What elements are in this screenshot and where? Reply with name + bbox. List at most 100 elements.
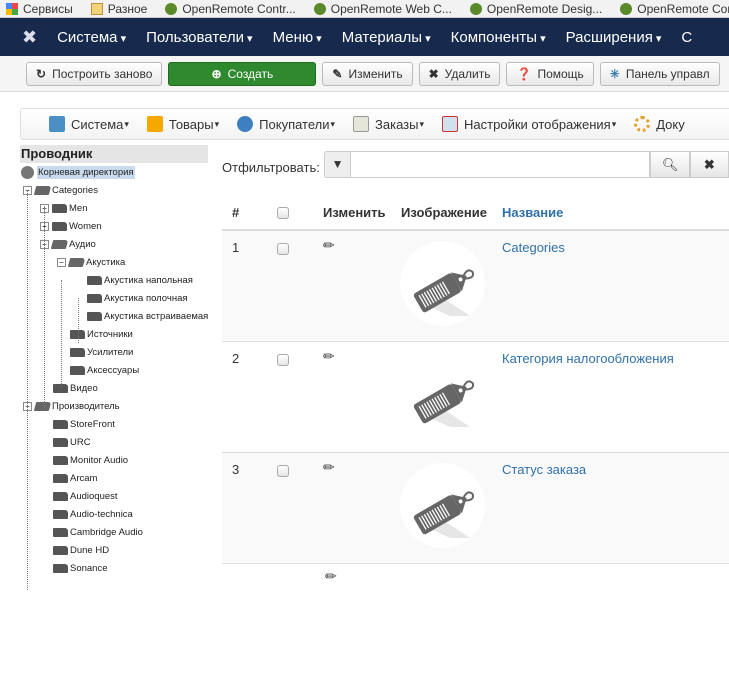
tree-item-label: Акустика встраиваемая [104,310,209,322]
nav-more[interactable]: С [681,29,692,46]
bookmark-folder[interactable]: Разное [90,2,147,16]
bookmark-apps[interactable]: Сервисы [6,2,73,16]
joomla-logo-icon[interactable]: ✖ [22,27,37,48]
tree-item-label: Усилители [87,346,134,358]
pencil-icon[interactable]: ✏ [325,568,337,585]
submenu-customers[interactable]: Покупатели ▾ [237,116,335,132]
tree-item[interactable]: Усилители [70,343,133,361]
folder-icon [87,275,102,285]
help-button[interactable]: ❓ Помощь [506,61,594,86]
tree-item[interactable]: − Производитель [23,397,120,415]
category-image [400,352,485,437]
filter-input[interactable] [351,150,651,178]
lifebuoy-icon [634,116,651,132]
tree-item-label: Производитель [52,400,120,412]
tree-item[interactable]: Monitor Audio [53,451,128,469]
filter-icon[interactable]: ▼ [323,150,352,178]
nav-components[interactable]: Компоненты [451,29,546,46]
tools-icon [49,116,65,132]
row-checkbox[interactable] [277,465,289,477]
table-header: # Изменить Изображение Название [222,200,729,230]
table-row: 3 ✏ Статус заказа [222,452,729,562]
col-name-sort[interactable]: Название [502,205,563,220]
tree-item[interactable]: + Women [40,217,102,235]
tree-item[interactable]: StoreFront [53,415,115,433]
bookmark[interactable]: OpenRemote Contr... [165,2,296,16]
tree-root[interactable]: Корневая директория [21,163,135,181]
folder-icon [90,2,103,15]
folder-icon [53,545,68,555]
tree-item-label: Audioquest [70,490,118,502]
tree-item-label: Sonance [70,562,108,574]
tree-item-label: Акустика напольная [104,274,193,286]
table-row: ✏ [222,563,729,673]
row-name-link[interactable]: Categories [502,240,565,255]
tree-item[interactable]: Источники [70,325,133,343]
display-settings-icon [442,116,459,132]
create-button[interactable]: ⊕ Создать [168,61,317,86]
folder-icon [53,527,68,537]
row-name-link[interactable]: Категория налогообложения [502,351,674,366]
nav-menu[interactable]: Меню [273,29,322,46]
select-all-checkbox[interactable] [277,207,289,219]
tree-item[interactable]: Audioquest [53,487,118,505]
folder-open-icon [33,401,52,411]
submenu-display-settings[interactable]: Настройки отображения ▾ [442,116,616,132]
folder-open-icon [50,239,69,249]
users-icon [237,116,254,132]
nav-system[interactable]: Система [57,29,126,46]
nav-content[interactable]: Материалы [342,29,431,46]
submenu-orders[interactable]: Заказы ▾ [353,116,424,132]
bookmark[interactable]: OpenRemote Cont [620,2,729,16]
tree-item[interactable]: − Categories [23,181,98,199]
openremote-icon [313,2,326,15]
tree-connector [78,298,79,343]
folder-icon [70,347,85,357]
col-edit: Изменить [323,205,386,220]
tree-item[interactable]: Cambridge Audio [53,523,143,541]
row-name-link[interactable]: Статус заказа [502,462,586,477]
submenu-docs[interactable]: Доку [634,116,685,132]
tree-item[interactable]: Акустика напольная [87,271,193,289]
tree-item[interactable]: Sonance [53,559,108,577]
products-icon [146,116,163,132]
col-num: # [232,205,240,220]
tree-item[interactable]: + Men [40,199,87,217]
search-button[interactable]: 🔍︎ [650,150,690,178]
tree-item[interactable]: Audio-technica [53,505,133,523]
rebuild-button[interactable]: ↻ Построить заново [26,61,163,86]
tree-item[interactable]: − Аудио [40,235,96,253]
tree-item[interactable]: Акустика встраиваемая [87,307,208,325]
collapse-toggle[interactable]: − [57,257,66,267]
tree-item[interactable]: Arcam [53,469,97,487]
tree-item[interactable]: URC [53,433,91,451]
main-content: Отфильтровать: ▼ 🔍︎ ✖ # Изменить Изображ… [222,150,729,584]
row-checkbox[interactable] [277,354,289,366]
folder-icon [53,509,68,519]
tree-item[interactable]: Видео [53,379,98,397]
pencil-icon[interactable]: ✏ [323,459,335,476]
submenu-products[interactable]: Товары ▾ [146,116,219,132]
delete-button[interactable]: ✖ Удалить [418,61,501,86]
bookmark[interactable]: OpenRemote Desig... [469,2,602,16]
pencil-icon[interactable]: ✏ [323,348,335,365]
control-panel-button[interactable]: ✳ Панель управл [599,61,720,86]
edit-button[interactable]: ✎ Изменить [322,61,413,86]
tree-item-label: Dune HD [70,544,110,556]
row-checkbox[interactable] [277,243,289,255]
tree-item-label: Аудио [69,238,96,250]
nav-extensions[interactable]: Расширения [566,29,662,46]
tree-item[interactable]: Аксессуары [70,361,139,379]
clear-button[interactable]: ✖ [689,150,729,178]
nav-users[interactable]: Пользователи [146,29,252,46]
tree-item[interactable]: Dune HD [53,541,109,559]
tree-item[interactable]: − Акустика [57,253,125,271]
bookmark[interactable]: OpenRemote Web C... [313,2,452,16]
folder-icon [53,473,68,483]
tree-connector [27,190,28,590]
openremote-icon [620,2,633,15]
submenu-system[interactable]: Система ▾ [49,116,129,132]
toolbar: ↻ Построить заново ⊕ Создать ✎ Изменить ✖ Уд… [0,56,729,92]
tree-item[interactable]: Акустика полочная [87,289,188,307]
pencil-icon[interactable]: ✏ [323,237,335,254]
